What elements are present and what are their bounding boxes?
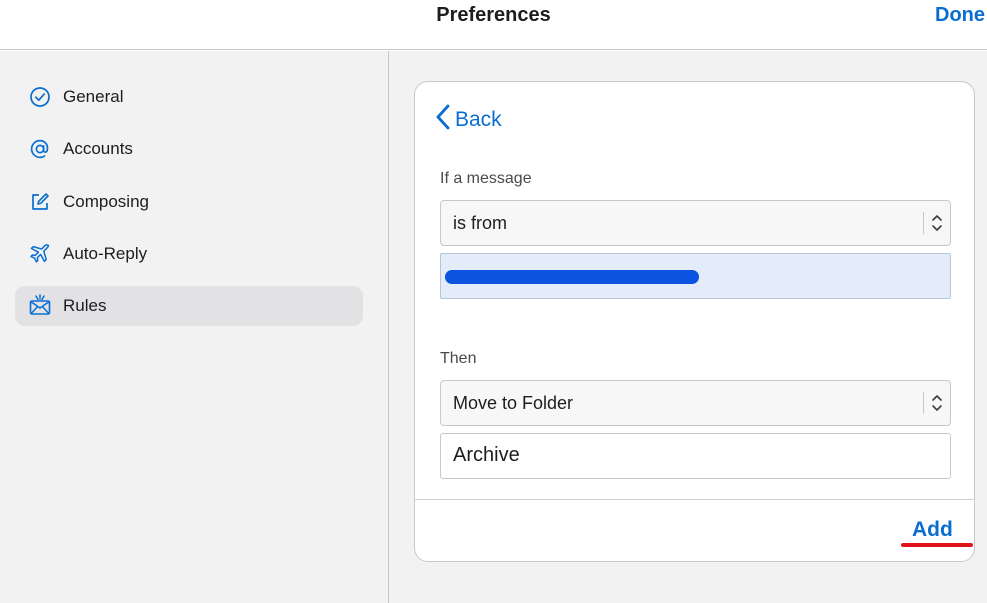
sidebar-item-rules[interactable]: Rules (15, 286, 363, 326)
annotation-underline (901, 543, 973, 547)
back-button[interactable]: Back (435, 104, 502, 135)
chevron-left-icon (435, 104, 451, 135)
sidebar-item-auto-reply[interactable]: Auto-Reply (15, 234, 363, 274)
main-panel: Back If a message is from Then Move to F… (389, 51, 987, 603)
airplane-icon (27, 241, 53, 267)
chevron-updown-icon (931, 392, 943, 419)
folder-input[interactable] (453, 444, 933, 467)
back-label: Back (455, 107, 502, 131)
rule-editor-card: Back If a message is from Then Move to F… (414, 81, 975, 562)
condition-label: If a message (440, 170, 532, 187)
sidebar-item-label: Accounts (63, 139, 133, 158)
action-value: Move to Folder (453, 393, 574, 413)
action-select[interactable]: Move to Folder (440, 380, 951, 426)
add-button[interactable]: Add (912, 518, 953, 542)
done-button[interactable]: Done (935, 4, 985, 27)
sidebar-item-accounts[interactable]: Accounts (15, 129, 363, 169)
action-label: Then (440, 350, 477, 367)
divider (415, 499, 974, 500)
select-divider (923, 392, 924, 414)
sender-email-field[interactable] (440, 253, 951, 299)
condition-select[interactable]: is from (440, 200, 951, 246)
sidebar-item-label: Composing (63, 192, 149, 211)
at-sign-icon (27, 136, 53, 162)
select-divider (923, 212, 924, 234)
condition-value: is from (453, 213, 507, 233)
checkmark-circle-icon (27, 84, 53, 110)
chevron-updown-icon (931, 212, 943, 239)
sidebar-item-label: Auto-Reply (63, 244, 148, 263)
sidebar: General Accounts Composing Auto-Reply Ru… (0, 51, 389, 603)
title-bar: Preferences Done (0, 0, 987, 50)
page-title: Preferences (436, 4, 551, 26)
sidebar-item-general[interactable]: General (15, 77, 363, 117)
redaction-mark (445, 270, 699, 284)
sidebar-item-label: General (63, 87, 124, 106)
compose-icon (27, 189, 53, 215)
sidebar-item-label: Rules (63, 296, 107, 315)
folder-field[interactable] (440, 433, 951, 479)
envelope-rules-icon (27, 293, 53, 319)
sidebar-item-composing[interactable]: Composing (15, 182, 363, 222)
